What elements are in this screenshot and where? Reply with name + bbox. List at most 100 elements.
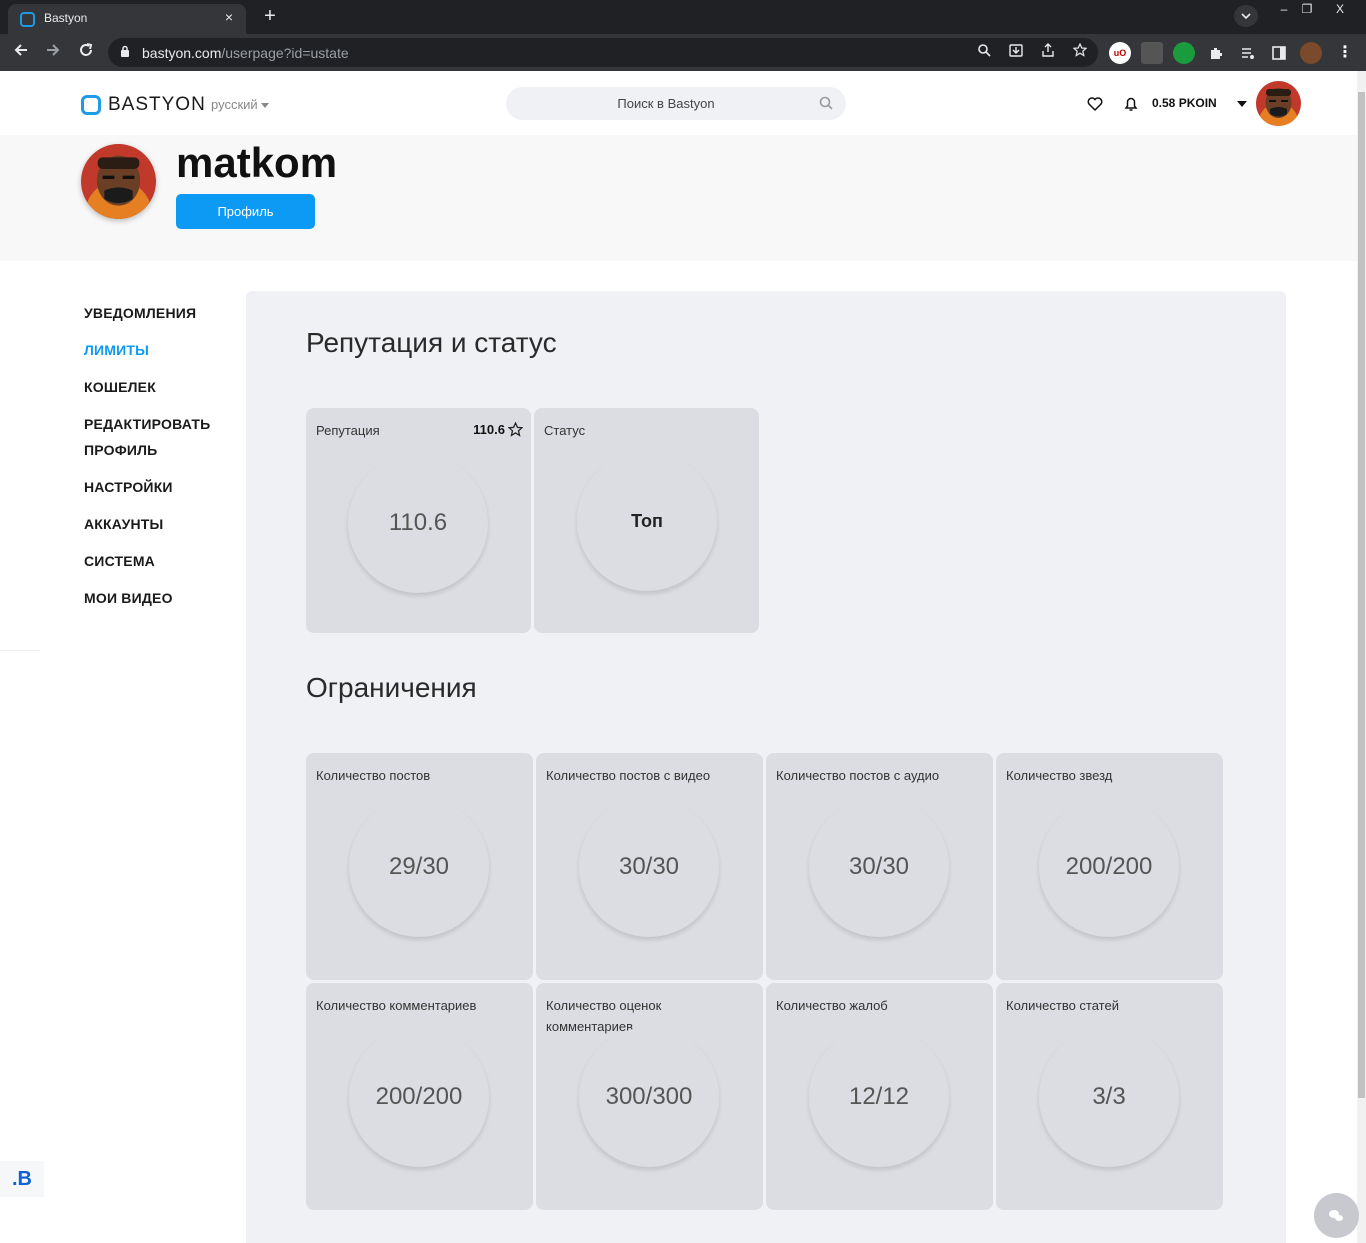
address-bar[interactable]: bastyon.com/userpage?id=ustate bbox=[108, 38, 1098, 67]
browser-toolbar: bastyon.com/userpage?id=ustate uO ⋮ bbox=[0, 34, 1366, 71]
limit-card-label: Количество звезд bbox=[1006, 768, 1113, 783]
limit-card: Количество статей 3/3 bbox=[996, 983, 1223, 1210]
language-label: русский bbox=[211, 97, 258, 112]
url-host: bastyon.com bbox=[142, 45, 222, 61]
reputation-card: Репутация 110.6 110.6 bbox=[306, 408, 531, 633]
profile-button[interactable]: Профиль bbox=[176, 194, 315, 229]
limit-card-value: 200/200 bbox=[349, 1027, 489, 1167]
limits-panel: Репутация и статус Репутация 110.6 110.6… bbox=[246, 291, 1286, 1243]
sidebar-item-limits[interactable]: ЛИМИТЫ bbox=[84, 337, 234, 363]
language-selector[interactable]: русский bbox=[211, 97, 269, 112]
reputation-badge-value: 110.6 bbox=[473, 422, 505, 437]
browser-profile-avatar[interactable] bbox=[1300, 42, 1322, 64]
limit-card-label: Количество постов с аудио bbox=[776, 768, 940, 783]
limit-card-label: Количество жалоб bbox=[776, 998, 888, 1013]
limit-card-value: 12/12 bbox=[809, 1027, 949, 1167]
share-icon[interactable] bbox=[1038, 43, 1058, 63]
new-tab-button[interactable]: + bbox=[257, 5, 283, 29]
color-extension-icon[interactable] bbox=[1141, 42, 1163, 64]
logo-text: BASTYON bbox=[108, 94, 206, 115]
settings-sidebar: УВЕДОМЛЕНИЯ ЛИМИТЫ КОШЕЛЕК РЕДАКТИРОВАТЬ… bbox=[84, 300, 234, 622]
lock-icon bbox=[121, 45, 129, 57]
reputation-value: 110.6 bbox=[348, 453, 488, 593]
limit-card: Количество комментариев 200/200 bbox=[306, 983, 533, 1210]
sidebar-item-settings[interactable]: НАСТРОЙКИ bbox=[84, 474, 234, 500]
reputation-card-label: Репутация bbox=[316, 423, 380, 438]
limit-card: Количество постов с аудио 30/30 bbox=[766, 753, 993, 980]
user-avatar[interactable] bbox=[1256, 81, 1301, 126]
bastyon-favicon-icon bbox=[20, 12, 35, 27]
sidebar-item-notifications[interactable]: УВЕДОМЛЕНИЯ bbox=[84, 300, 234, 326]
sidebar-item-system[interactable]: СИСТЕМА bbox=[84, 548, 234, 574]
browser-tab-strip: Bastyon × + – ❐ X bbox=[0, 0, 1366, 34]
limit-card-label: Количество комментариев bbox=[316, 998, 477, 1013]
reputation-badge: 110.6 bbox=[473, 422, 523, 437]
extensions-puzzle-icon[interactable] bbox=[1205, 42, 1227, 64]
sidebar-item-accounts[interactable]: АККАУНТЫ bbox=[84, 511, 234, 537]
limit-card-value: 29/30 bbox=[349, 797, 489, 937]
limit-card-label: Количество постов с видео bbox=[546, 768, 711, 783]
window-restore-button[interactable]: ❐ bbox=[1293, 0, 1321, 18]
limit-card-value: 30/30 bbox=[809, 797, 949, 937]
bookmark-star-icon[interactable] bbox=[1070, 42, 1090, 63]
limit-card: Количество постов с видео 30/30 bbox=[536, 753, 763, 980]
sidebar-item-wallet[interactable]: КОШЕЛЕК bbox=[84, 374, 234, 400]
page-scrollbar-thumb[interactable] bbox=[1358, 92, 1365, 1098]
browser-menu-icon[interactable]: ⋮ bbox=[1334, 42, 1356, 64]
site-header: BASTYON русский 0.58 PKOIN bbox=[0, 71, 1366, 135]
tab-search-button[interactable] bbox=[1234, 5, 1258, 27]
back-button[interactable] bbox=[10, 42, 32, 64]
limit-card-value: 30/30 bbox=[579, 797, 719, 937]
bastyon-logo-icon bbox=[81, 95, 101, 115]
zoom-icon[interactable] bbox=[974, 43, 994, 63]
globe-extension-icon[interactable] bbox=[1173, 42, 1195, 64]
reputation-section-title: Репутация и статус bbox=[306, 327, 557, 358]
bastyon-b-badge[interactable]: .B bbox=[0, 1161, 44, 1197]
arrow-left-icon bbox=[14, 44, 27, 56]
limit-card-value: 3/3 bbox=[1039, 1027, 1179, 1167]
status-card: Статус Топ bbox=[534, 408, 759, 633]
limits-section-title: Ограничения bbox=[306, 672, 477, 703]
arrow-right-icon bbox=[47, 44, 60, 56]
sidebar-item-my-videos[interactable]: МОИ ВИДЕО bbox=[84, 585, 234, 611]
bell-icon[interactable] bbox=[1122, 95, 1140, 113]
heart-icon[interactable] bbox=[1086, 95, 1104, 113]
bastyon-logo[interactable]: BASTYON bbox=[81, 94, 206, 116]
profile-banner: matkom Профиль bbox=[0, 135, 1366, 261]
profile-username: matkom bbox=[176, 139, 338, 186]
forward-button[interactable] bbox=[42, 42, 64, 64]
window-close-button[interactable]: X bbox=[1326, 0, 1354, 18]
limit-card: Количество жалоб 12/12 bbox=[766, 983, 993, 1210]
status-value: Топ bbox=[577, 451, 717, 591]
ublock-extension-icon[interactable]: uO bbox=[1109, 42, 1131, 64]
sidebar-item-edit-profile[interactable]: РЕДАКТИРОВАТЬ ПРОФИЛЬ bbox=[84, 411, 234, 463]
browser-tab[interactable]: Bastyon × bbox=[8, 4, 246, 34]
side-panel-icon[interactable] bbox=[1268, 42, 1290, 64]
install-app-icon[interactable] bbox=[1006, 43, 1026, 63]
caret-down-icon bbox=[260, 103, 269, 109]
pkoin-balance[interactable]: 0.58 PKOIN bbox=[1152, 96, 1217, 110]
media-control-icon[interactable] bbox=[1237, 42, 1259, 64]
search-input[interactable] bbox=[506, 87, 806, 120]
status-card-label: Статус bbox=[544, 423, 586, 438]
tab-title: Bastyon bbox=[44, 11, 88, 25]
limit-card-value: 200/200 bbox=[1039, 797, 1179, 937]
chat-icon bbox=[1329, 1210, 1343, 1221]
tab-close-icon[interactable]: × bbox=[220, 9, 238, 25]
search-box bbox=[506, 87, 846, 120]
url-text: bastyon.com/userpage?id=ustate bbox=[142, 45, 349, 61]
profile-avatar bbox=[81, 144, 156, 219]
reload-button[interactable] bbox=[75, 42, 97, 64]
limit-card-value: 300/300 bbox=[579, 1027, 719, 1167]
reload-icon bbox=[80, 43, 93, 56]
url-path: /userpage?id=ustate bbox=[221, 45, 349, 61]
chat-button[interactable] bbox=[1314, 1193, 1359, 1238]
account-menu-caret-icon[interactable] bbox=[1237, 101, 1247, 107]
limit-card: Количество звезд 200/200 bbox=[996, 753, 1223, 980]
star-icon bbox=[508, 422, 523, 437]
search-icon[interactable] bbox=[819, 96, 833, 110]
left-edge-divider bbox=[0, 650, 40, 678]
limit-card-label: Количество постов bbox=[316, 768, 431, 783]
limit-card: Количество оценок комментариев 300/300 bbox=[536, 983, 763, 1210]
chevron-down-icon bbox=[1241, 13, 1251, 20]
